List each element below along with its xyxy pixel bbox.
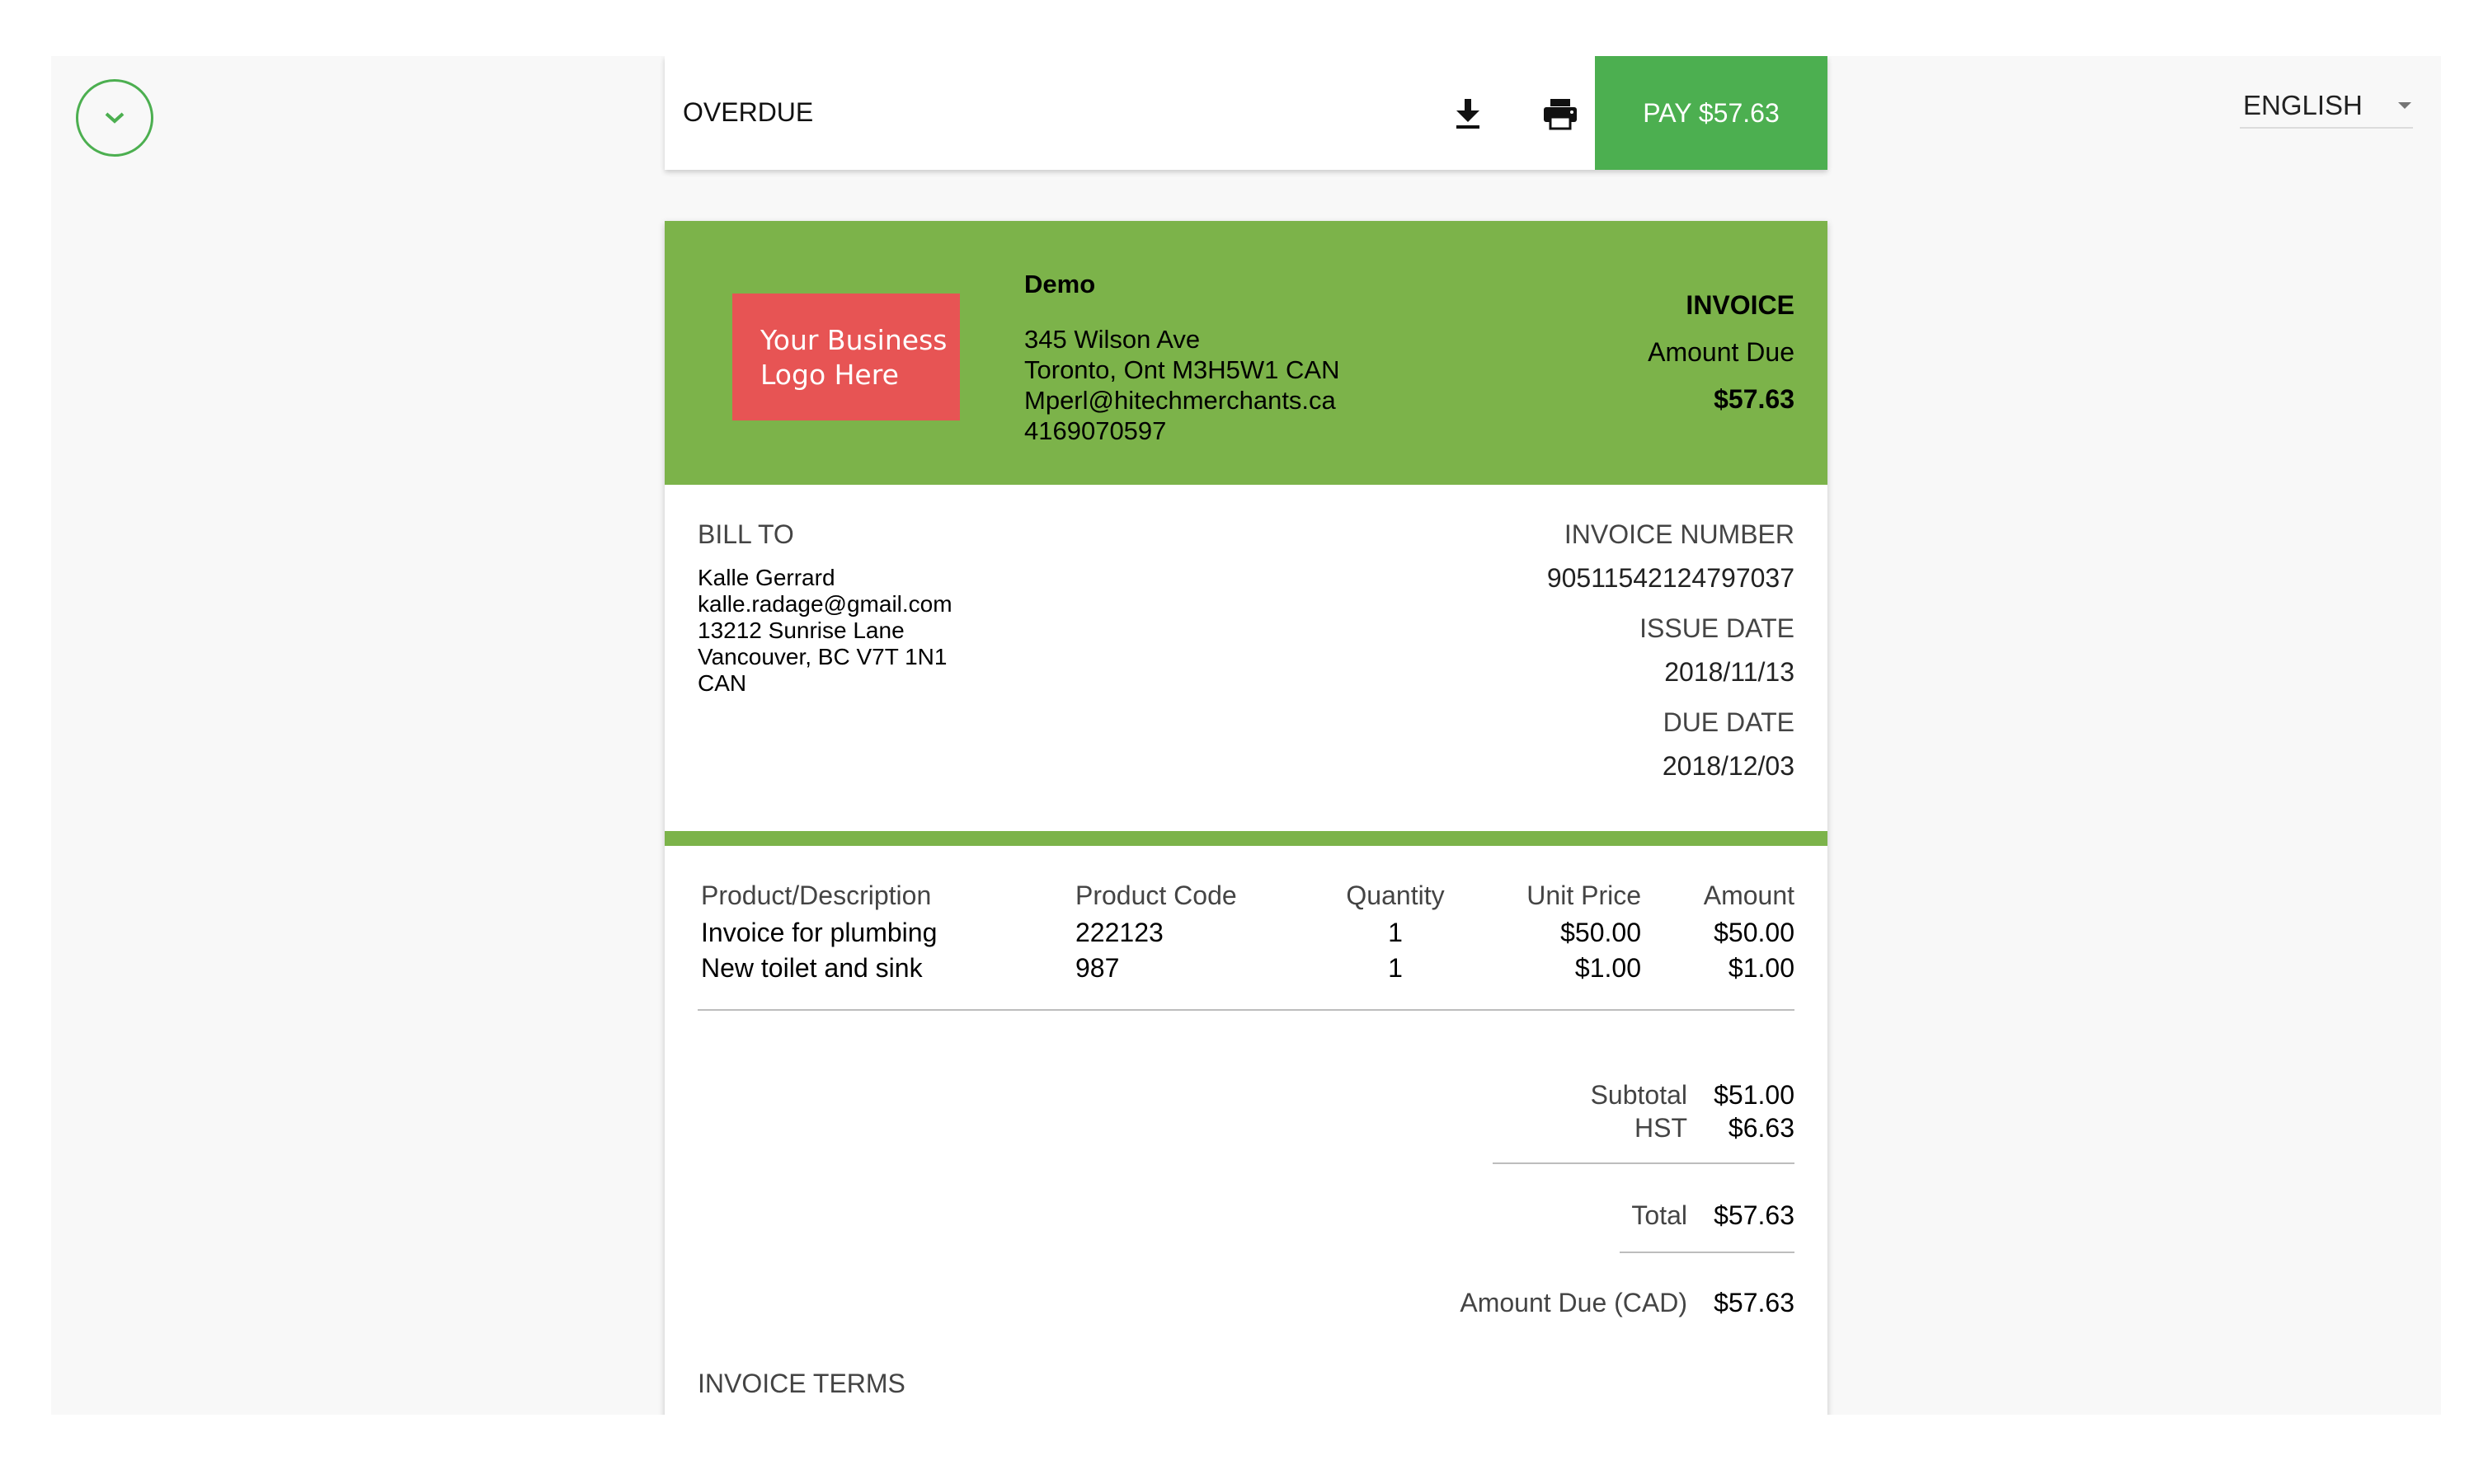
invoice-meta: INVOICE NUMBER 90511542124797037 ISSUE D… — [1547, 519, 1794, 801]
item-unit-price: $1.00 — [1574, 953, 1641, 983]
amount-due-label: Amount Due — [1648, 337, 1794, 367]
line-items-table: Product/Description Product Code Quantit… — [698, 881, 1794, 985]
item-amount: $1.00 — [1728, 953, 1794, 983]
amount-due-value: $57.63 — [1714, 384, 1794, 414]
due-date: 2018/12/03 — [1662, 751, 1794, 781]
table-row: Invoice for plumbing 222123 1 $50.00 $50… — [698, 914, 1794, 950]
amount-due-cad-label: Amount Due (CAD) — [1460, 1288, 1687, 1317]
invoice-toolbar: OVERDUE PAY $57.63 — [665, 56, 1827, 170]
invoice-header: Your Business Logo Here Demo 345 Wilson … — [665, 221, 1827, 485]
collapse-button[interactable] — [76, 79, 153, 157]
column-header: Amount — [1703, 881, 1794, 910]
column-header: Unit Price — [1526, 881, 1641, 910]
logo-line-2: Logo Here — [760, 359, 899, 391]
item-unit-price: $50.00 — [1560, 918, 1641, 947]
amount-due-cad-value: $57.63 — [1714, 1288, 1794, 1317]
business-phone: 4169070597 — [1024, 416, 1167, 445]
customer-country: CAN — [698, 670, 747, 696]
business-email: Mperl@hitechmerchants.ca — [1024, 386, 1336, 415]
pay-button[interactable]: PAY $57.63 — [1595, 56, 1827, 170]
total-label: Total — [1631, 1200, 1687, 1230]
print-icon — [1544, 99, 1577, 130]
column-header: Product/Description — [701, 881, 932, 910]
invoice-title: INVOICE — [1686, 290, 1794, 320]
item-description: Invoice for plumbing — [701, 918, 938, 947]
invoice-number: 90511542124797037 — [1546, 563, 1794, 593]
item-description: New toilet and sink — [701, 953, 923, 983]
language-value: ENGLISH — [2243, 90, 2363, 120]
invoice-document: Your Business Logo Here Demo 345 Wilson … — [665, 221, 1827, 1415]
customer-email: kalle.radage@gmail.com — [698, 591, 952, 617]
section-divider — [665, 831, 1827, 846]
business-name: Demo — [1024, 270, 1096, 298]
status-label: OVERDUE — [683, 97, 814, 127]
download-icon — [1456, 99, 1479, 129]
caret-down-icon — [2398, 102, 2411, 109]
invoice-terms-label: INVOICE TERMS — [698, 1369, 905, 1398]
total-divider — [1620, 1252, 1794, 1253]
bill-to-label: BILL TO — [698, 519, 794, 549]
language-select[interactable]: ENGLISH — [2240, 84, 2413, 129]
download-button[interactable] — [1443, 89, 1493, 139]
item-code: 222123 — [1075, 918, 1164, 947]
chevron-down-icon — [105, 112, 125, 124]
items-divider — [698, 1009, 1794, 1011]
item-quantity: 1 — [1388, 918, 1403, 947]
subtotal-label: Subtotal — [1590, 1080, 1687, 1110]
table-header-row: Product/Description Product Code Quantit… — [698, 881, 1794, 914]
logo-line-1: Your Business — [760, 324, 948, 356]
tax-value: $6.63 — [1728, 1113, 1794, 1143]
item-amount: $50.00 — [1714, 918, 1794, 947]
customer-name: Kalle Gerrard — [698, 565, 835, 590]
issue-date-label: ISSUE DATE — [1639, 613, 1794, 643]
invoice-viewport: OVERDUE PAY $57.63 ENGLISH Your Business… — [51, 56, 2441, 1415]
issue-date: 2018/11/13 — [1664, 657, 1794, 687]
invoice-summary: INVOICE Amount Due $57.63 — [1648, 290, 1794, 431]
subtotal-value: $51.00 — [1714, 1080, 1794, 1110]
tax-label: HST — [1634, 1113, 1687, 1143]
customer-city: Vancouver, BC V7T 1N1 — [698, 644, 948, 669]
column-header: Product Code — [1075, 881, 1237, 910]
customer-street: 13212 Sunrise Lane — [698, 618, 905, 643]
total-value: $57.63 — [1714, 1200, 1794, 1230]
column-header: Quantity — [1346, 881, 1445, 910]
business-info: Demo 345 Wilson Ave Toronto, Ont M3H5W1 … — [1024, 269, 1339, 446]
invoice-number-label: INVOICE NUMBER — [1564, 519, 1794, 549]
print-button[interactable] — [1536, 89, 1585, 139]
subtotal-divider — [1493, 1162, 1794, 1164]
due-date-label: DUE DATE — [1663, 707, 1794, 737]
item-quantity: 1 — [1388, 953, 1403, 983]
bill-to: BILL TO Kalle Gerrard kalle.radage@gmail… — [698, 519, 952, 697]
table-row: New toilet and sink 987 1 $1.00 $1.00 — [698, 950, 1794, 985]
business-address-2: Toronto, Ont M3H5W1 CAN — [1024, 355, 1340, 384]
business-logo: Your Business Logo Here — [732, 294, 960, 420]
business-address-1: 345 Wilson Ave — [1024, 325, 1201, 354]
item-code: 987 — [1075, 953, 1120, 983]
